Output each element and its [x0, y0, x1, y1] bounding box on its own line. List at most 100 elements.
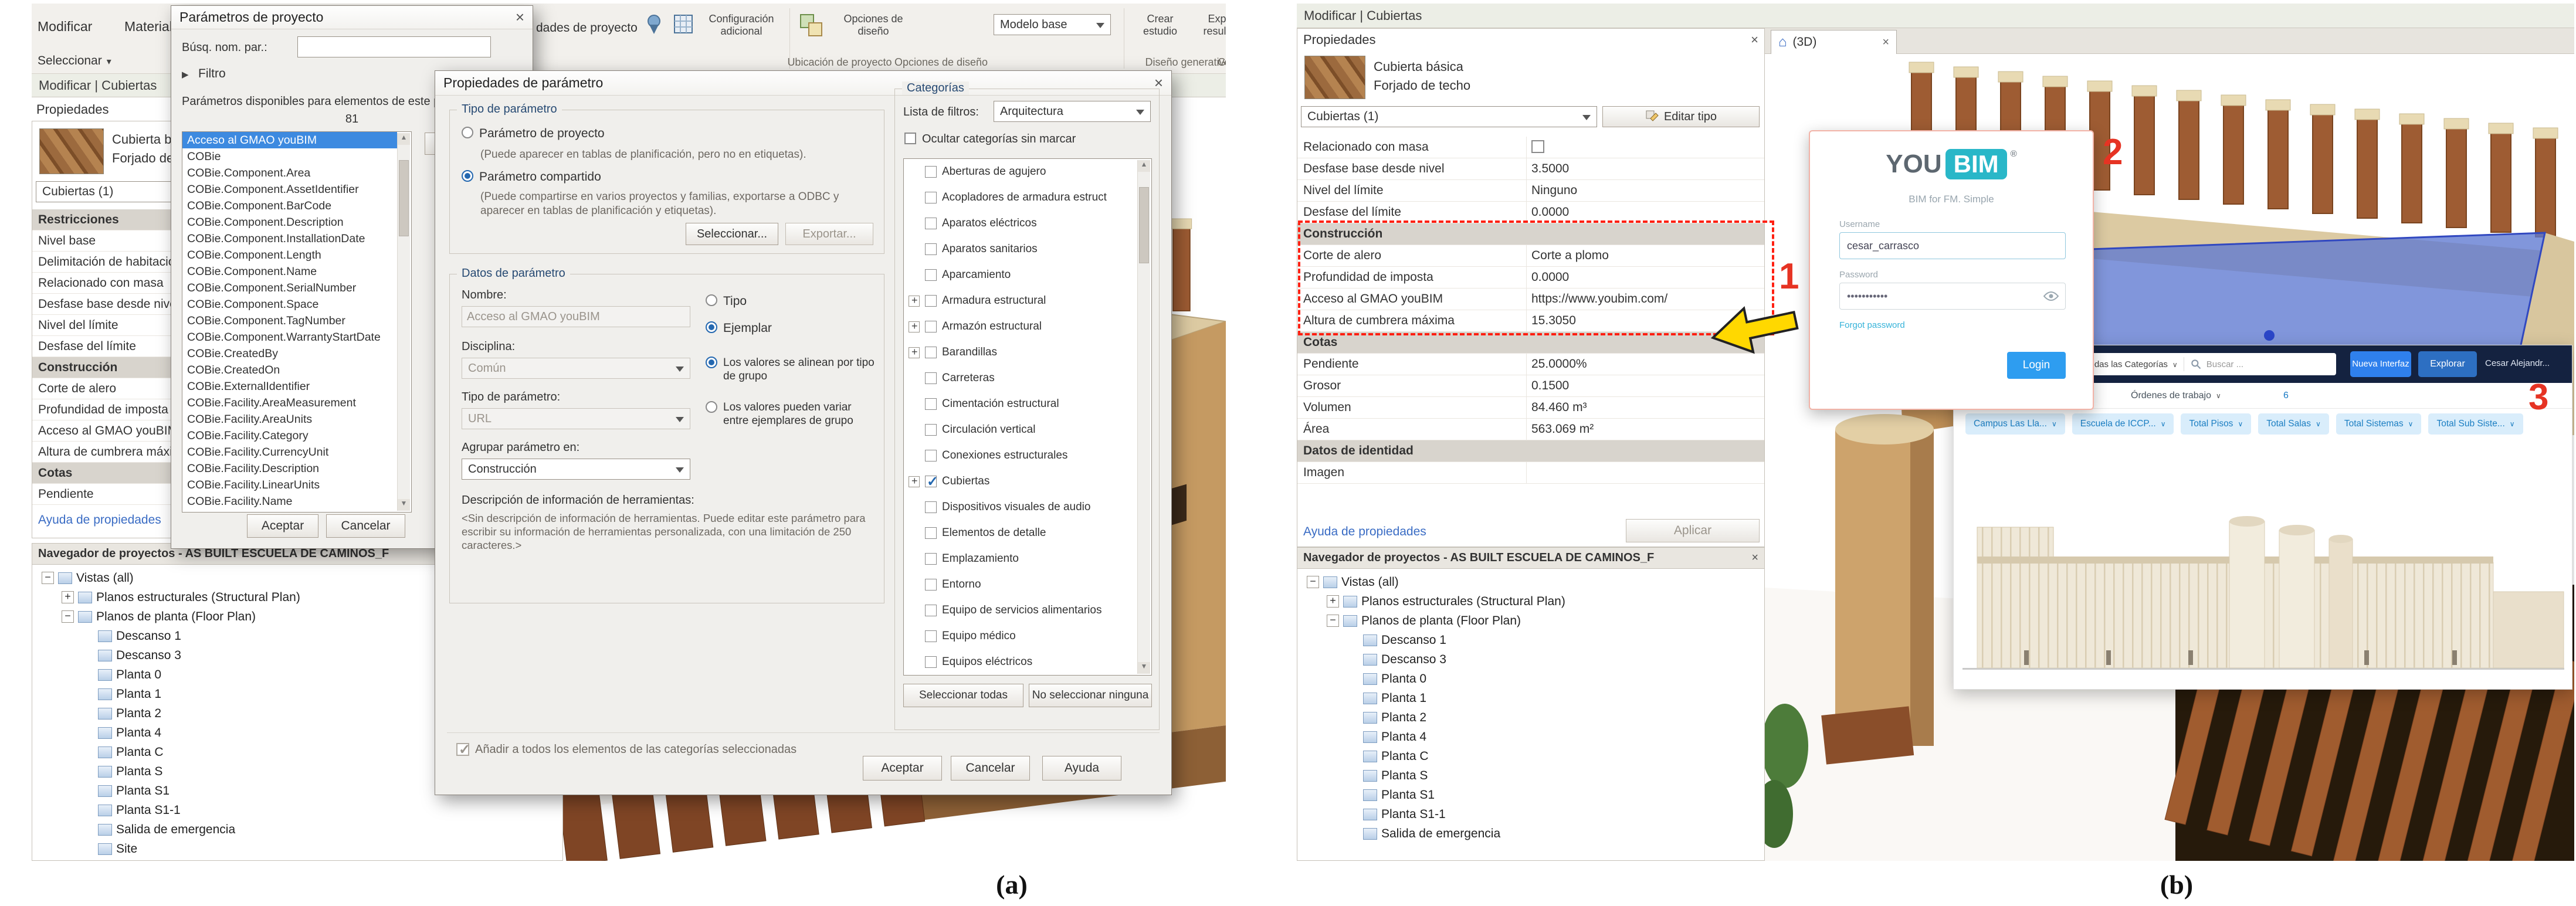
tree-expand-icon[interactable]: [82, 727, 94, 739]
location-icon[interactable]: [642, 12, 666, 36]
vary-values-radio[interactable]: Los valores pueden variar entre ejemplar…: [706, 401, 879, 428]
category-row[interactable]: Cubiertas: [904, 469, 1137, 494]
category-row[interactable]: Acopladores de armadura estruct: [904, 185, 1137, 211]
property-row[interactable]: Pendiente25.0000%: [1297, 354, 1764, 375]
param-list-item[interactable]: COBie.Facility.LinearUnits: [182, 477, 397, 493]
tree-item[interactable]: Descanso 1: [1302, 630, 1762, 650]
tree-item[interactable]: + Planos estructurales (Structural Plan): [1302, 592, 1762, 611]
expand-plus-icon[interactable]: [909, 347, 920, 358]
checkbox-icon[interactable]: [925, 347, 937, 358]
tree-expand-icon[interactable]: [82, 688, 94, 700]
param-list-item[interactable]: COBie.Component.Area: [182, 165, 397, 181]
new-interface-button[interactable]: Nueva Interfaz: [2350, 351, 2411, 377]
param-list-item[interactable]: COBie.CreatedBy: [182, 345, 397, 362]
help-button[interactable]: Ayuda: [1042, 756, 1121, 781]
type-radio[interactable]: Tipo: [706, 294, 747, 308]
param-list-item[interactable]: COBie.Facility.Category: [182, 427, 397, 444]
close-icon[interactable]: ×: [516, 8, 524, 26]
properties-help-link[interactable]: Ayuda de propiedades: [38, 513, 161, 527]
seleccionar-menu[interactable]: Seleccionar: [38, 54, 111, 68]
cancel-button[interactable]: Cancelar: [951, 756, 1030, 781]
checkbox-icon[interactable]: [925, 295, 937, 307]
expand-plus-icon[interactable]: [909, 321, 920, 332]
filter-pill[interactable]: Total Pisos: [2181, 413, 2251, 435]
param-list-item[interactable]: COBie: [182, 148, 397, 165]
select-shared-button[interactable]: Seleccionar...: [686, 223, 778, 245]
checkbox-icon[interactable]: [925, 656, 937, 668]
category-row[interactable]: Aberturas de agujero: [904, 159, 1137, 185]
password-field[interactable]: [1839, 283, 2066, 310]
tree-expand-icon[interactable]: [1347, 789, 1359, 801]
param-list-item[interactable]: COBie.Component.AssetIdentifier: [182, 181, 397, 198]
category-row[interactable]: Aparcamiento: [904, 262, 1137, 288]
tree-expand-icon[interactable]: [82, 707, 94, 720]
tree-item[interactable]: Planta 4: [1302, 727, 1762, 746]
eye-icon[interactable]: [2043, 291, 2059, 301]
tree-item[interactable]: Planta S1: [1302, 785, 1762, 805]
category-row[interactable]: Dispositivos visuales de audio: [904, 494, 1137, 520]
param-list-item[interactable]: COBie.Facility.AreaUnits: [182, 411, 397, 427]
coordinates-icon[interactable]: [671, 12, 696, 36]
tree-expand-icon[interactable]: [82, 843, 94, 855]
category-row[interactable]: Armazón estructural: [904, 314, 1137, 340]
tree-expand-icon[interactable]: [1347, 769, 1359, 782]
category-row[interactable]: Cimentación estructural: [904, 391, 1137, 417]
tree-item[interactable]: Planta S1-1: [37, 800, 560, 820]
checkbox-icon[interactable]: [925, 166, 937, 178]
category-row[interactable]: Equipo de servicios alimentarios: [904, 598, 1137, 623]
checkbox-icon[interactable]: [925, 527, 937, 539]
export-button[interactable]: Exportar...: [785, 223, 873, 245]
type-selector-combo[interactable]: Cubiertas (1): [1301, 106, 1597, 127]
checkbox-icon[interactable]: [925, 424, 937, 436]
checkbox-icon[interactable]: [456, 743, 469, 756]
checkbox-icon[interactable]: [925, 269, 937, 281]
search-input[interactable]: Buscar ...: [2206, 359, 2243, 369]
group-under-select[interactable]: Construcción: [462, 459, 690, 480]
radio-icon[interactable]: [706, 401, 717, 413]
tree-expand-icon[interactable]: [82, 669, 94, 681]
tree-expand-icon[interactable]: [1347, 827, 1359, 840]
param-list-item[interactable]: COBie.Component.WarrantyStartDate: [182, 329, 397, 345]
checkbox-icon[interactable]: [925, 218, 937, 229]
param-list-item[interactable]: COBie.Component.Name: [182, 263, 397, 280]
tree-item[interactable]: − Planos de planta (Floor Plan): [1302, 611, 1762, 630]
category-row[interactable]: Aparatos sanitarios: [904, 236, 1137, 262]
tree-expand-icon[interactable]: [1347, 750, 1359, 762]
tree-expand-icon[interactable]: −: [62, 610, 74, 623]
menu-work-orders[interactable]: Órdenes de trabajo: [2131, 391, 2221, 401]
param-list-item[interactable]: COBie.CreatedOn: [182, 362, 397, 378]
forgot-password-link[interactable]: Forgot password: [1839, 320, 1905, 330]
tree-item[interactable]: Site: [37, 839, 560, 859]
scrollbar[interactable]: ▲▼: [397, 133, 410, 511]
category-row[interactable]: Aparatos eléctricos: [904, 211, 1137, 236]
type-preview-thumbnail[interactable]: [39, 128, 104, 174]
properties-help-link[interactable]: Ayuda de propiedades: [1303, 525, 1426, 539]
name-field[interactable]: Acceso al GMAO youBIM: [462, 306, 690, 327]
filter-pill[interactable]: Escuela de ICCP...: [2072, 413, 2174, 435]
shared-parameter-radio[interactable]: Parámetro compartido: [462, 170, 601, 184]
ribbon-tab-modificar[interactable]: Modificar: [38, 19, 92, 35]
radio-icon[interactable]: [462, 127, 473, 138]
checkbox-icon[interactable]: [925, 372, 937, 384]
property-row[interactable]: Imagen: [1297, 462, 1764, 484]
ribbon-button-crear-estudio[interactable]: Crear estudio: [1131, 13, 1189, 37]
category-row[interactable]: Emplazamiento: [904, 546, 1137, 572]
tree-expand-icon[interactable]: [1347, 711, 1359, 724]
explore-button[interactable]: Explorar: [2418, 351, 2477, 377]
ribbon-button-propiedades-proyecto[interactable]: dades de proyecto: [536, 21, 638, 35]
ok-button[interactable]: Aceptar: [247, 514, 318, 538]
checkbox-icon[interactable]: [925, 398, 937, 410]
radio-icon[interactable]: [706, 321, 717, 333]
tree-expand-icon[interactable]: [82, 630, 94, 642]
cancel-button[interactable]: Cancelar: [326, 514, 405, 538]
property-row[interactable]: Nivel del límiteNinguno: [1297, 180, 1764, 202]
property-row[interactable]: Relacionado con masa: [1297, 137, 1764, 158]
property-row[interactable]: Volumen84.460 m³: [1297, 397, 1764, 419]
tree-item[interactable]: Planta 1: [1302, 688, 1762, 708]
checkbox-icon[interactable]: [925, 476, 937, 487]
tree-item[interactable]: Planta 0: [1302, 669, 1762, 688]
parameter-type-select[interactable]: URL: [462, 408, 690, 429]
tree-expand-icon[interactable]: [82, 765, 94, 778]
param-list-item[interactable]: COBie.Component.BarCode: [182, 198, 397, 214]
category-row[interactable]: Entorno: [904, 572, 1137, 598]
